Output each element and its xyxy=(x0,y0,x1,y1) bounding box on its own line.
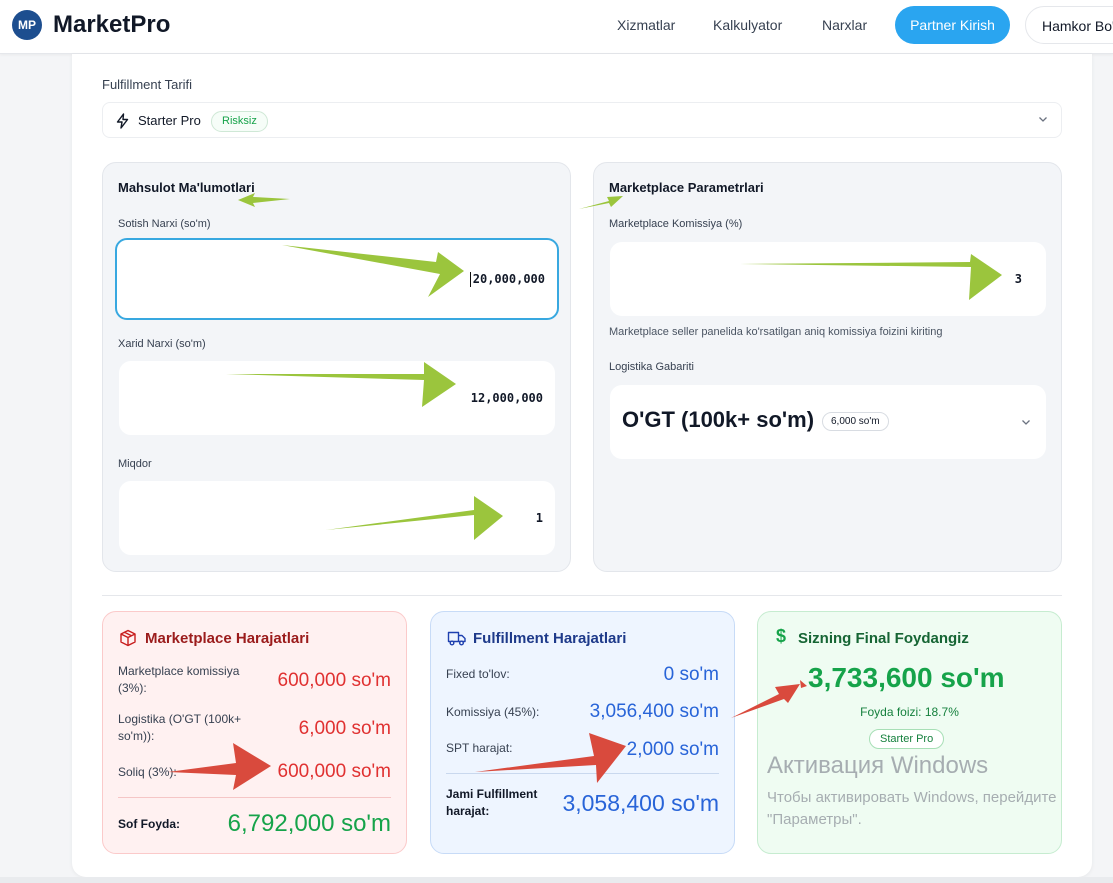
dollar-icon: $ xyxy=(776,626,787,646)
text-caret xyxy=(470,272,471,287)
section-divider xyxy=(102,595,1062,596)
mp-divider xyxy=(118,797,391,798)
mp-tax-label: Soliq (3%): xyxy=(118,765,177,779)
marketplace-params-panel: Marketplace Parametrlari Marketplace Kom… xyxy=(593,162,1062,572)
tariff-select[interactable]: Starter Pro Risksiz xyxy=(102,102,1062,138)
sale-price-label: Sotish Narxi (so'm) xyxy=(118,218,211,230)
tariff-selected-value: Starter Pro xyxy=(138,113,201,128)
final-profit-title: Sizning Final Foydangiz xyxy=(798,630,969,647)
logistics-label: Logistika Gabariti xyxy=(609,361,694,373)
ff-fixed-label: Fixed to'lov: xyxy=(446,667,510,681)
partner-login-button[interactable]: Partner Kirish xyxy=(895,6,1010,44)
ff-fixed-value: 0 so'm xyxy=(663,664,719,685)
net-profit-label: Sof Foyda: xyxy=(118,817,180,831)
final-profit-amount: 3,733,600 so'm xyxy=(808,662,1005,693)
quantity-value: 1 xyxy=(535,511,543,525)
ff-total-value: 3,058,400 so'm xyxy=(562,790,719,816)
chevron-down-icon xyxy=(1039,117,1047,122)
logistics-price-badge: 6,000 so'm xyxy=(822,412,889,431)
windows-activation-title: Активация Windows xyxy=(767,752,989,779)
purchase-price-value: 12,000,000 xyxy=(470,391,543,405)
logo-mark[interactable]: MP xyxy=(12,10,42,40)
commission-label: Marketplace Komissiya (%) xyxy=(609,218,743,230)
mp-commission-label: Marketplace komissiya (3%): xyxy=(118,664,240,695)
ff-total-label: Jami Fulfillment harajat: xyxy=(446,787,538,818)
ff-commission-value: 3,056,400 so'm xyxy=(589,701,719,722)
sale-price-input[interactable]: 20,000,000 xyxy=(115,238,559,320)
quantity-label: Miqdor xyxy=(118,458,152,470)
marketplace-params-title: Marketplace Parametrlari xyxy=(609,180,764,195)
logo-text[interactable]: MarketPro xyxy=(53,11,170,39)
windows-activation-line-2: "Параметры". xyxy=(767,811,862,828)
profit-percent: Foyda foizi: 18.7% xyxy=(860,705,959,719)
fulfillment-costs-card: Fulfillment Harajatlari Fixed to'lov: 0 … xyxy=(430,611,735,854)
nav-link-narxlar[interactable]: Narxlar xyxy=(822,17,867,33)
ff-spt-label: SPT harajat: xyxy=(446,741,513,755)
windows-activation-line-1: Чтобы активировать Windows, перейдите xyxy=(767,789,1057,806)
purchase-price-input[interactable]: 12,000,000 xyxy=(119,361,555,435)
page-bottom-strip xyxy=(0,877,1113,883)
product-info-panel: Mahsulot Ma'lumotlari Sotish Narxi (so'm… xyxy=(102,162,571,572)
product-info-title: Mahsulot Ma'lumotlari xyxy=(118,180,255,195)
mp-logistics-value: 6,000 so'm xyxy=(298,718,391,739)
purchase-price-label: Xarid Narxi (so'm) xyxy=(118,338,206,350)
commission-hint: Marketplace seller panelida ko'rsatilgan… xyxy=(609,326,943,338)
ff-spt-value: 2,000 so'm xyxy=(626,739,719,760)
mp-logistics-label: Logistika (O'GT (100k+ so'm)): xyxy=(118,712,242,743)
nav-link-xizmatlar[interactable]: Xizmatlar xyxy=(617,17,675,33)
marketplace-costs-title: Marketplace Harajatlari xyxy=(145,630,310,647)
package-icon xyxy=(120,629,136,647)
ff-commission-label: Komissiya (45%): xyxy=(446,705,540,719)
sale-price-value: 20,000,000 xyxy=(472,272,545,286)
marketplace-costs-card: Marketplace Harajatlari Marketplace komi… xyxy=(102,611,407,854)
partner-register-button[interactable]: Hamkor Bo' xyxy=(1025,6,1113,44)
mp-commission-value: 600,000 so'm xyxy=(277,670,391,691)
logistics-select[interactable]: O'GT (100k+ so'm) 6,000 so'm xyxy=(610,385,1046,459)
commission-input[interactable]: 3 xyxy=(610,242,1046,316)
fulfillment-costs-title: Fulfillment Harajatlari xyxy=(473,630,627,647)
top-navbar: MP MarketPro Xizmatlar Kalkulyator Narxl… xyxy=(0,0,1113,54)
truck-icon xyxy=(447,631,466,646)
commission-value: 3 xyxy=(1014,272,1022,286)
lightning-icon xyxy=(116,113,129,129)
nav-link-kalkulyator[interactable]: Kalkulyator xyxy=(713,17,782,33)
windows-activation-text: Чтобы активировать Windows, перейдите "П… xyxy=(767,787,1057,831)
mp-tax-value: 600,000 so'm xyxy=(277,761,391,782)
logistics-selected-value: O'GT (100k+ so'm) xyxy=(622,407,815,432)
tariff-label: Fulfillment Tarifi xyxy=(102,77,193,92)
tariff-plan-badge: Starter Pro xyxy=(869,729,945,749)
net-profit-value: 6,792,000 so'm xyxy=(227,810,391,837)
quantity-input[interactable]: 1 xyxy=(119,481,555,555)
tariff-badge: Risksiz xyxy=(211,111,268,132)
ff-divider xyxy=(446,773,719,774)
chevron-down-icon xyxy=(1022,420,1030,425)
